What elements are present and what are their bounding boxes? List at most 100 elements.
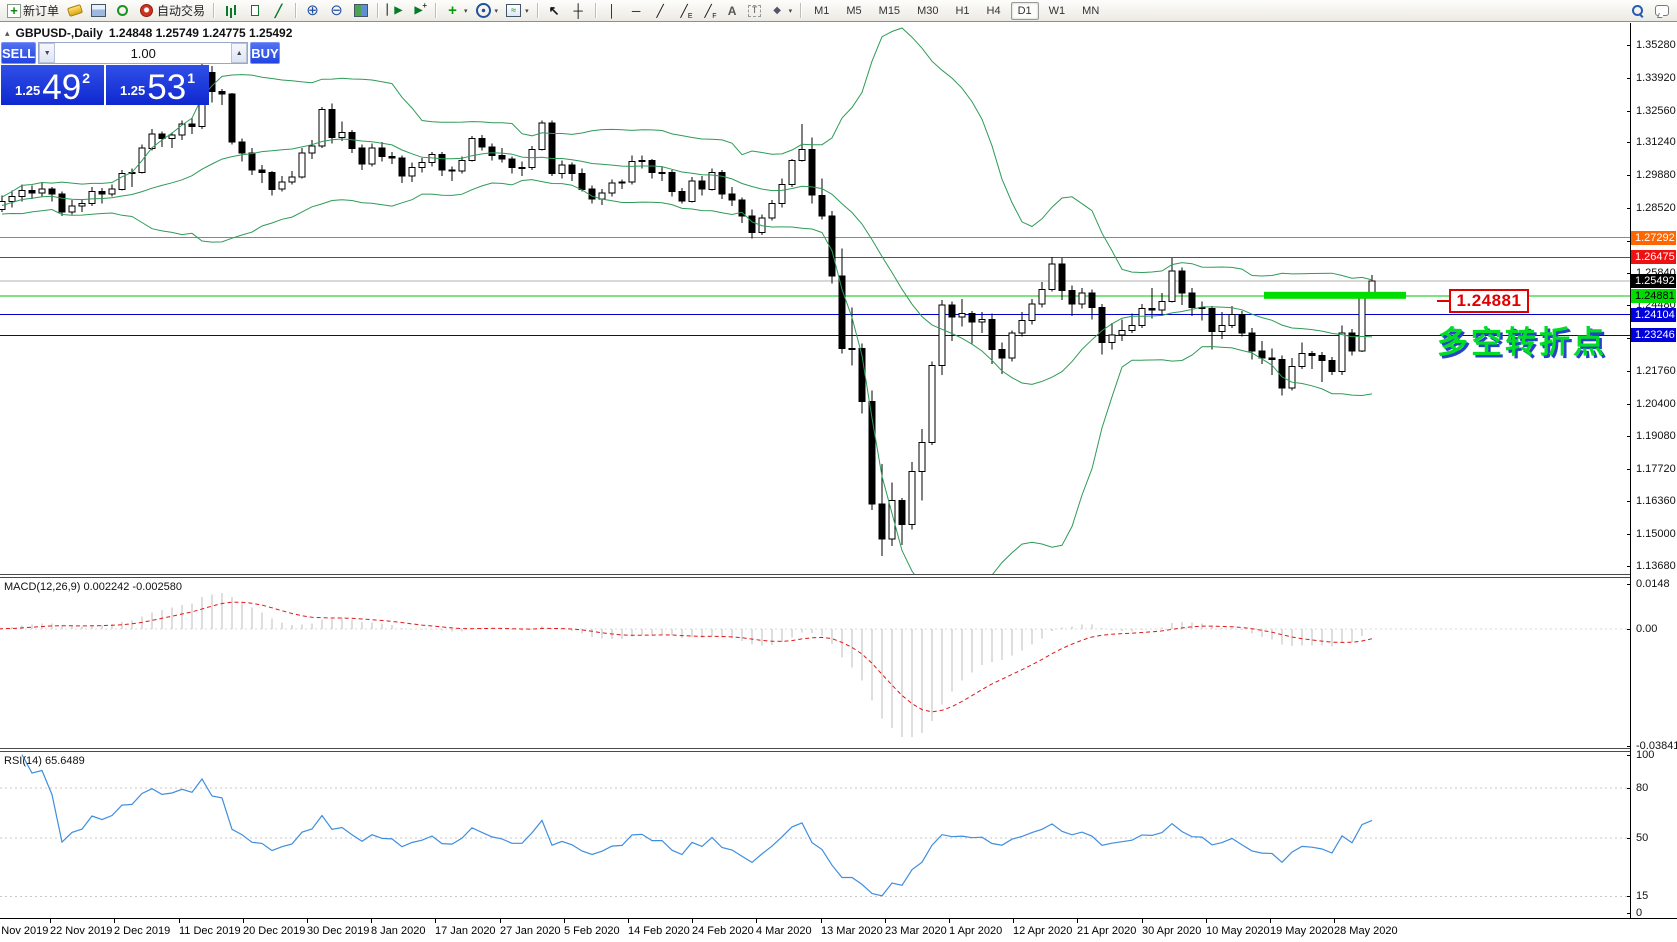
new-order-icon: [7, 3, 21, 18]
tool-trendline[interactable]: ╱: [649, 1, 672, 21]
timeframe-m1[interactable]: M1: [807, 2, 836, 20]
tool-fibo-channel[interactable]: ╱ E: [673, 1, 696, 21]
volume-input[interactable]: [55, 43, 232, 63]
axis-tick: [1627, 142, 1631, 143]
date-tick: [821, 919, 822, 923]
tool-zoom-out[interactable]: ⊖: [325, 1, 348, 21]
price-axis-label: 1.35280: [1636, 39, 1676, 51]
tool-shapes[interactable]: ◆ ▾: [766, 1, 796, 21]
timeframe-h4[interactable]: H4: [980, 2, 1008, 20]
tool-chat[interactable]: [1650, 1, 1673, 21]
tool-tile-windows[interactable]: [349, 1, 372, 21]
timeframe-m30[interactable]: M30: [910, 2, 945, 20]
price-axis-label: 1.29880: [1636, 169, 1676, 181]
volume-increase-button[interactable]: ▲: [231, 43, 248, 63]
main-plot[interactable]: [0, 23, 1631, 574]
tool-horizontal-line[interactable]: ─: [625, 1, 648, 21]
price-badge: 1.24881: [1631, 289, 1676, 303]
tool-mode-candles[interactable]: [243, 1, 266, 21]
zoom-in-icon: ⊕: [306, 2, 319, 19]
timeframe-w1[interactable]: W1: [1042, 2, 1073, 20]
buy-price[interactable]: 1.25 53 1: [106, 65, 209, 105]
date-tick: [756, 919, 757, 923]
date-label: 14 Feb 2020: [628, 925, 690, 937]
axis-tick: [1627, 111, 1631, 112]
buy-price-prefix: 1.25: [119, 83, 146, 98]
date-tick: [692, 919, 693, 923]
price-axis-label: 1.21760: [1636, 365, 1676, 377]
tool-auto-trading[interactable]: 自动交易: [135, 1, 208, 21]
text-label-icon: T: [748, 4, 762, 17]
text-icon: A: [727, 3, 737, 18]
mode-bars-icon: [222, 3, 239, 19]
price-badge: 1.23246: [1631, 328, 1676, 342]
date-tick: [1013, 919, 1014, 923]
timeframe-m15[interactable]: M15: [872, 2, 907, 20]
price-axis[interactable]: 0.01480.00-0.03841510080501501.352801.33…: [1627, 23, 1677, 940]
date-label: 12 Apr 2020: [1013, 925, 1073, 937]
tool-mode-line[interactable]: ╱: [267, 1, 290, 21]
tool-new-order[interactable]: 新订单: [4, 1, 62, 21]
tool-text-label[interactable]: T: [745, 1, 765, 21]
tool-profile-window[interactable]: [87, 1, 110, 21]
timeframe-d1[interactable]: D1: [1010, 1, 1039, 20]
date-label: 27 Jan 2020: [500, 925, 561, 937]
axis-tick: [1627, 755, 1631, 756]
tool-signal[interactable]: [111, 1, 134, 21]
date-tick: [885, 919, 886, 923]
tool-search[interactable]: [1626, 1, 1649, 21]
axis-tick: [1627, 78, 1631, 79]
date-tick: [243, 919, 244, 923]
timeframe-mn[interactable]: MN: [1075, 2, 1106, 20]
chevron-down-icon: ▾: [788, 7, 793, 15]
date-tick: [564, 919, 565, 923]
support-bar[interactable]: [1264, 291, 1406, 299]
tool-vertical-line[interactable]: │: [601, 1, 624, 21]
date-label: 28 May 2020: [1334, 925, 1398, 937]
sell-price-main: 49: [42, 68, 82, 108]
sell-button[interactable]: SELL: [1, 42, 37, 64]
tool-crosshair[interactable]: ┼: [567, 1, 590, 21]
periods-icon: [475, 3, 492, 19]
toolbar-separator: [295, 3, 297, 18]
axis-tick: [1627, 436, 1631, 437]
price-axis-label: 1.28520: [1636, 202, 1676, 214]
tool-text[interactable]: A: [721, 1, 744, 21]
symbol-ohlc-values: 1.24848 1.25749 1.24775 1.25492: [108, 26, 293, 40]
date-label: 19 May 2020: [1270, 925, 1334, 937]
new-order-label: 新订单: [23, 4, 60, 18]
volume-decrease-button[interactable]: ▼: [39, 43, 56, 63]
date-tick: [1334, 919, 1335, 923]
rsi-axis-label: 50: [1636, 832, 1649, 844]
tool-zoom-in[interactable]: ⊕: [301, 1, 324, 21]
time-axis[interactable]: 13 Nov 201922 Nov 20192 Dec 2019 11 Dec 2…: [0, 918, 1677, 942]
tool-chart-shift[interactable]: ▶: [407, 1, 430, 21]
date-tick: [628, 919, 629, 923]
tool-periods[interactable]: ▾: [472, 1, 502, 21]
tool-cursor[interactable]: ↖: [543, 1, 566, 21]
tool-templates[interactable]: ▾: [502, 1, 532, 21]
chat-icon: [1653, 3, 1670, 19]
sell-price[interactable]: 1.25 49 2: [1, 65, 104, 105]
tool-indicators[interactable]: ▾: [441, 1, 471, 21]
fibo-channel-icon: ╱ E: [680, 3, 693, 20]
date-label: 5 Feb 2020: [564, 925, 620, 937]
timeframe-h1[interactable]: H1: [948, 2, 976, 20]
buy-button[interactable]: BUY: [250, 42, 280, 64]
sell-price-prefix: 1.25: [14, 83, 41, 98]
tool-mode-bars[interactable]: [219, 1, 242, 21]
tool-fibo-retracement[interactable]: ╱ F: [697, 1, 720, 21]
toolbar-separator: [800, 3, 802, 18]
axis-tick: [1627, 501, 1631, 502]
buy-price-pipette: 1: [187, 70, 196, 86]
tool-auto-scroll[interactable]: ▶: [383, 1, 406, 21]
toolbar-separator: [594, 3, 596, 18]
price-axis-label: 1.15000: [1636, 528, 1676, 540]
date-label: 30 Dec 2019: [307, 925, 370, 937]
tool-crayon[interactable]: [63, 1, 86, 21]
timeframe-m5[interactable]: M5: [839, 2, 868, 20]
volume-control: ▼ ▲: [38, 42, 249, 64]
axis-tick: [1627, 584, 1631, 585]
chart-window: ▴ GBPUSD-,Daily 1.24848 1.25749 1.24775 …: [0, 22, 1677, 942]
macd-signal-line: [0, 601, 1373, 713]
